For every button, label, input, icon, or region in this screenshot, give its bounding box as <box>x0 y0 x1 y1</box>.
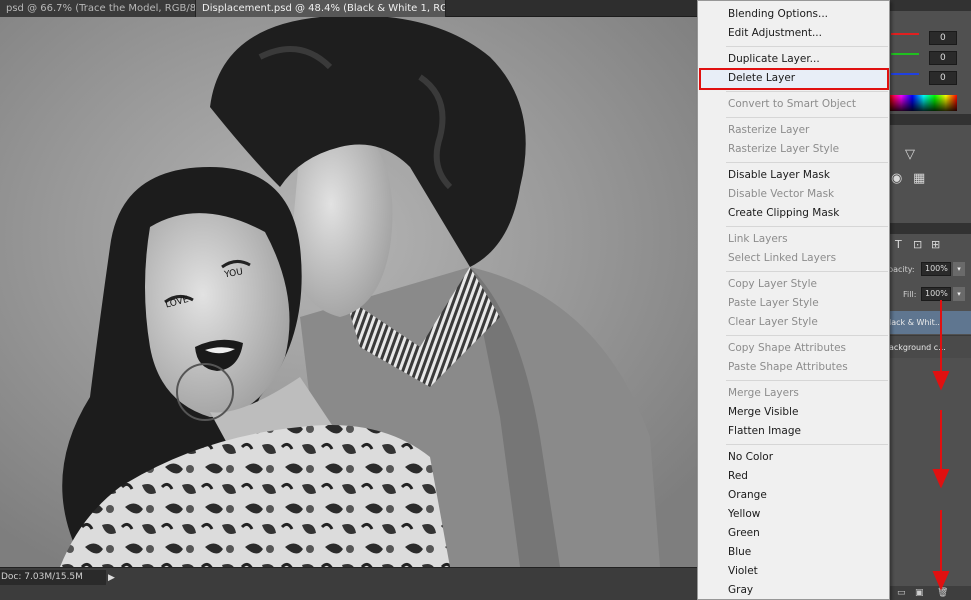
channel-mixer-icon[interactable]: ▦ <box>913 172 925 186</box>
trash-icon[interactable]: 🗑 <box>937 588 948 598</box>
menu-separator <box>726 271 888 272</box>
status-menu-arrow-icon[interactable]: ▶ <box>108 572 118 584</box>
color-panel-header[interactable] <box>887 0 971 11</box>
new-layer-icon[interactable]: ▣ <box>915 588 924 598</box>
blue-slider-icon[interactable] <box>891 73 919 75</box>
menu-item-color-red[interactable]: Red <box>728 467 748 486</box>
tab-displacement[interactable]: Displacement.psd @ 48.4% (Black & White … <box>196 0 446 17</box>
menu-item-color-green[interactable]: Green <box>728 524 760 543</box>
fill-dropdown-icon[interactable]: ▾ <box>953 287 965 301</box>
menu-item-rasterize-layer-style: Rasterize Layer Style <box>728 143 840 155</box>
adjustments-panel-header[interactable] <box>887 114 971 125</box>
menu-item-link-layers: Link Layers <box>728 233 788 245</box>
gradient-map-icon[interactable]: ▽ <box>905 148 915 162</box>
blue-value-field[interactable]: 0 <box>929 71 957 85</box>
fill-label: Fill: <box>903 290 917 299</box>
menu-item-paste-layer-style: Paste Layer Style <box>728 297 819 309</box>
right-panels: 0 0 0 ▽ ◉ ▦ T ⊡ ⊞ pacity: 100% ▾ Fill: 1… <box>886 0 971 600</box>
menu-item-delete-layer[interactable]: Delete Layer <box>728 69 795 88</box>
menu-item-merge-layers: Merge Layers <box>728 387 799 399</box>
layers-bottom-toolbar: ▭ ▣ 🗑 <box>887 586 971 600</box>
menu-item-color-orange[interactable]: Orange <box>728 486 767 505</box>
new-group-icon[interactable]: ▭ <box>897 588 906 598</box>
opacity-label: pacity: <box>888 265 915 274</box>
menu-item-select-linked-layers: Select Linked Layers <box>728 252 837 264</box>
tab-label: psd @ 66.7% (Trace the Model, RGB/8) * <box>6 3 196 14</box>
menu-item-merge-visible[interactable]: Merge Visible <box>728 403 798 422</box>
menu-item-disable-vector-mask: Disable Vector Mask <box>728 188 835 200</box>
fill-field[interactable]: 100% <box>921 287 951 301</box>
hue-saturation-icon[interactable]: ◉ <box>891 172 902 186</box>
menu-item-clear-layer-style: Clear Layer Style <box>728 316 818 328</box>
menu-separator <box>726 335 888 336</box>
red-value-field[interactable]: 0 <box>929 31 957 45</box>
menu-item-color-blue[interactable]: Blue <box>728 543 751 562</box>
menu-item-color-gray[interactable]: Gray <box>728 581 753 600</box>
document-tab-bar: psd @ 66.7% (Trace the Model, RGB/8) *× … <box>0 0 700 17</box>
menu-separator <box>726 46 888 47</box>
shape-layer-filter-icon[interactable]: ⊡ <box>913 238 922 252</box>
photoshop-window: psd @ 66.7% (Trace the Model, RGB/8) *× … <box>0 0 971 600</box>
menu-item-flatten-image[interactable]: Flatten Image <box>728 422 801 441</box>
menu-item-disable-layer-mask[interactable]: Disable Layer Mask <box>728 166 830 185</box>
menu-item-copy-shape-attributes: Copy Shape Attributes <box>728 342 847 354</box>
menu-separator <box>726 226 888 227</box>
menu-item-copy-layer-style: Copy Layer Style <box>728 278 817 290</box>
layer-row-black-white[interactable]: lack & Whit... <box>887 311 971 334</box>
menu-item-create-clipping-mask[interactable]: Create Clipping Mask <box>728 204 839 223</box>
opacity-field[interactable]: 100% <box>921 262 951 276</box>
canvas-photo: LOVE YOU <box>0 17 700 567</box>
color-spectrum[interactable] <box>890 95 957 111</box>
menu-item-blending-options[interactable]: Blending Options... <box>728 5 828 24</box>
green-slider-icon[interactable] <box>891 53 919 55</box>
menu-separator <box>726 380 888 381</box>
tab-label: Displacement.psd @ 48.4% (Black & White … <box>202 3 445 14</box>
layer-context-menu: Blending Options... Edit Adjustment... D… <box>697 0 890 600</box>
menu-item-rasterize-layer: Rasterize Layer <box>728 124 810 136</box>
smart-object-filter-icon[interactable]: ⊞ <box>931 238 940 252</box>
menu-item-paste-shape-attributes: Paste Shape Attributes <box>728 361 848 373</box>
green-value-field[interactable]: 0 <box>929 51 957 65</box>
menu-item-duplicate-layer[interactable]: Duplicate Layer... <box>728 50 820 69</box>
menu-separator <box>726 162 888 163</box>
menu-item-color-yellow[interactable]: Yellow <box>728 505 760 524</box>
menu-item-convert-to-smart-object: Convert to Smart Object <box>728 98 857 110</box>
menu-item-color-none[interactable]: No Color <box>728 448 773 467</box>
menu-item-color-violet[interactable]: Violet <box>728 562 758 581</box>
type-layer-filter-icon[interactable]: T <box>895 238 902 252</box>
menu-separator <box>726 91 888 92</box>
canvas-area[interactable]: LOVE YOU <box>0 17 700 567</box>
menu-separator <box>726 117 888 118</box>
layer-row-background[interactable]: ackground c... <box>887 335 971 358</box>
layers-panel-header[interactable] <box>887 223 971 234</box>
tab-trace-the-model[interactable]: psd @ 66.7% (Trace the Model, RGB/8) *× <box>0 0 196 17</box>
opacity-dropdown-icon[interactable]: ▾ <box>953 262 965 276</box>
status-bar: Doc: 7.03M/15.5M ▶ <box>0 567 700 600</box>
red-slider-icon[interactable] <box>891 33 919 35</box>
doc-size-readout[interactable]: Doc: 7.03M/15.5M <box>0 570 106 585</box>
menu-separator <box>726 444 888 445</box>
menu-item-edit-adjustment[interactable]: Edit Adjustment... <box>728 24 822 43</box>
